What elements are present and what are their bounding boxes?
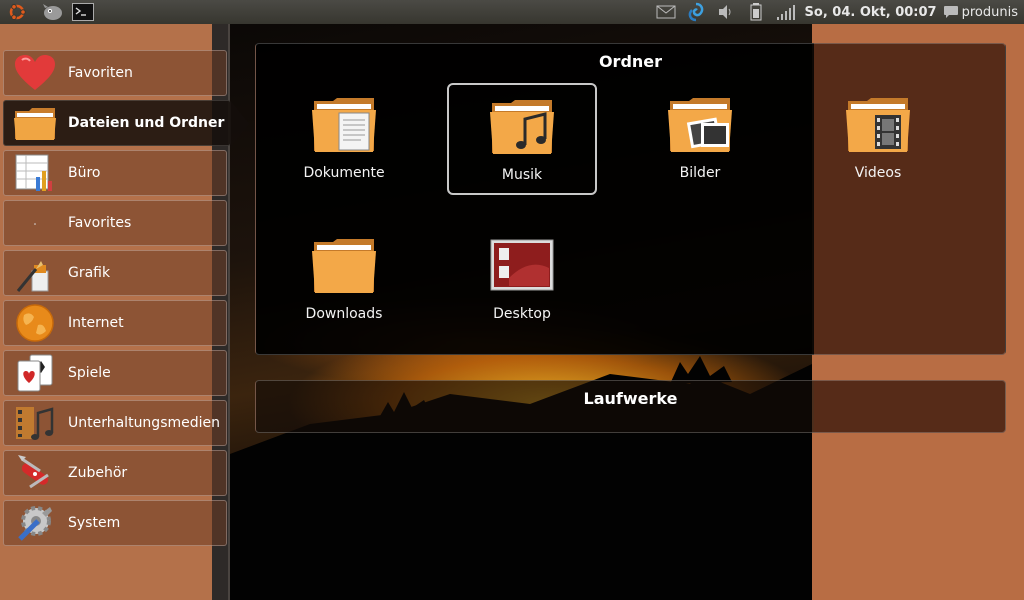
folder-musik[interactable]: Musik [447, 83, 597, 195]
videos-folder-icon [846, 98, 910, 152]
sidebar-item-label: Favoriten [68, 65, 133, 81]
sidebar-item-internet[interactable]: Internet [3, 300, 227, 346]
sidebar-item-label: Spiele [68, 365, 111, 381]
user-menu[interactable]: produnis [943, 5, 1018, 20]
folder-label: Musik [501, 167, 543, 183]
sidebar-item-grafik[interactable]: Grafik [3, 250, 227, 296]
sidebar-item-label: Internet [68, 315, 124, 331]
category-sidebar: Favoriten Dateien und Ordner Büro Favori… [3, 50, 249, 550]
battery-icon[interactable] [743, 0, 769, 24]
drives-panel: Laufwerke [255, 380, 1006, 433]
heart-icon [10, 50, 60, 96]
sidebar-item-unterhaltungsmedien[interactable]: Unterhaltungsmedien [3, 400, 227, 446]
sidebar-item-buero[interactable]: Büro [3, 150, 227, 196]
spreadsheet-icon [10, 150, 60, 196]
playing-cards-icon [10, 350, 60, 396]
drives-panel-title: Laufwerke [583, 389, 678, 408]
sidebar-item-label: Favorites [68, 215, 132, 231]
downloads-folder-icon [312, 239, 376, 293]
empty-icon [10, 200, 60, 246]
top-panel: So, 04. Okt, 00:07 produnis [0, 0, 1024, 24]
music-folder-icon [490, 100, 554, 154]
folder-label: Downloads [305, 306, 383, 322]
sidebar-item-favoriten[interactable]: Favoriten [3, 50, 227, 96]
signal-icon[interactable] [773, 0, 799, 24]
network-swirl-icon[interactable] [683, 0, 709, 24]
sidebar-item-favorites[interactable]: Favorites [3, 200, 227, 246]
sidebar-item-system[interactable]: System [3, 500, 227, 546]
swiss-knife-icon [10, 450, 60, 496]
folder-icon [10, 100, 60, 146]
chat-bubble-icon [943, 6, 958, 18]
terminal-icon[interactable] [70, 0, 96, 24]
folder-bilder[interactable]: Bilder [625, 83, 775, 195]
sidebar-item-dateien-und-ordner[interactable]: Dateien und Ordner [3, 100, 249, 148]
mail-icon[interactable] [653, 0, 679, 24]
sidebar-item-label: Grafik [68, 265, 111, 281]
folder-label: Videos [854, 165, 902, 181]
folder-label: Dokumente [303, 165, 385, 181]
sidebar-item-label: System [68, 515, 121, 531]
gimp-icon[interactable] [40, 0, 66, 24]
sidebar-item-label: Dateien und Ordner [68, 115, 225, 131]
media-icon [10, 400, 60, 446]
folder-videos[interactable]: Videos [803, 83, 953, 195]
pictures-folder-icon [668, 98, 732, 152]
gears-icon [10, 500, 60, 546]
folder-dokumente[interactable]: Dokumente [269, 83, 419, 195]
volume-icon[interactable] [713, 0, 739, 24]
folder-label: Bilder [679, 165, 721, 181]
folder-label: Desktop [493, 306, 551, 322]
paint-brush-icon [10, 250, 60, 296]
sidebar-item-zubehoer[interactable]: Zubehör [3, 450, 227, 496]
user-name: produnis [961, 4, 1018, 20]
folders-panel: Ordner Dokumente Musik Bilder Videos Dow… [255, 43, 1006, 355]
folder-downloads[interactable]: Downloads [269, 224, 419, 336]
globe-icon [10, 300, 60, 346]
sidebar-item-label: Büro [68, 165, 101, 181]
sidebar-item-label: Zubehör [68, 465, 128, 481]
panel-clock[interactable]: So, 04. Okt, 00:07 [805, 5, 937, 20]
sidebar-item-spiele[interactable]: Spiele [3, 350, 227, 396]
documents-folder-icon [312, 98, 376, 152]
folder-desktop[interactable]: Desktop [447, 224, 597, 336]
ubuntu-logo-icon[interactable] [4, 0, 30, 24]
desktop-folder-icon [490, 239, 554, 291]
sidebar-item-label: Unterhaltungsmedien [68, 415, 221, 431]
folders-panel-title: Ordner [598, 52, 663, 71]
